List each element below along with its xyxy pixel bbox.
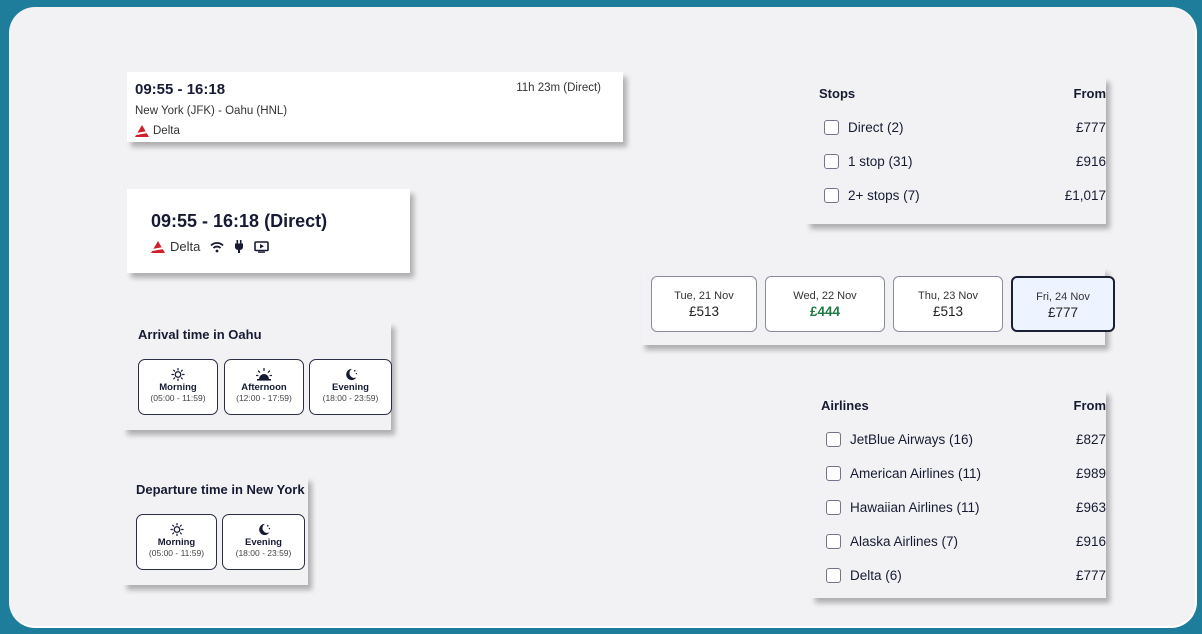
checkbox[interactable]	[826, 465, 841, 481]
date-option-selected[interactable]: Fri, 24 Nov £777	[1011, 276, 1115, 332]
date-price-selector: Tue, 21 Nov £513 Wed, 22 Nov £444 Thu, 2…	[641, 268, 1115, 345]
from-label: From	[1073, 86, 1107, 101]
flight-summary-card[interactable]: 09:55 - 16:18 11h 23m (Direct) New York …	[127, 72, 623, 142]
option-label: American Airlines (11)	[850, 465, 982, 481]
option-price: £827	[1075, 431, 1106, 447]
entertainment-screen-icon	[254, 240, 270, 253]
date-label: Thu, 23 Nov	[918, 290, 978, 302]
option-label: Direct (2)	[848, 119, 904, 135]
airline-option-delta[interactable]: Delta (6) £777	[826, 565, 1106, 585]
airline-option-alaska[interactable]: Alaska Airlines (7) £916	[826, 531, 1106, 551]
date-option[interactable]: Tue, 21 Nov £513	[651, 276, 757, 332]
airlines-filter-title: Airlines	[821, 398, 869, 413]
airline-option-hawaiian[interactable]: Hawaiian Airlines (11) £963	[826, 497, 1106, 517]
date-price: £513	[688, 304, 720, 319]
page-canvas: 09:55 - 16:18 11h 23m (Direct) New York …	[9, 7, 1197, 628]
airline-name: Delta	[170, 239, 201, 254]
date-price: £444	[809, 304, 841, 319]
option-price: £916	[1075, 533, 1106, 549]
arrival-afternoon-button[interactable]: Afternoon (12:00 - 17:59)	[224, 359, 304, 415]
departure-morning-button[interactable]: Morning (05:00 - 11:59)	[136, 514, 217, 570]
stops-option-2plus[interactable]: 2+ stops (7) £1,017	[824, 185, 1106, 205]
flight-times: 09:55 - 16:18	[135, 81, 226, 98]
flight-compact-card[interactable]: 09:55 - 16:18 (Direct) Delta	[127, 189, 410, 273]
moon-icon	[223, 523, 304, 536]
date-price: £777	[1047, 305, 1079, 320]
airline-option-american[interactable]: American Airlines (11) £989	[826, 463, 1106, 483]
option-label: 2+ stops (7)	[848, 187, 920, 203]
wifi-icon	[210, 241, 224, 253]
sun-icon	[139, 367, 217, 382]
date-option-cheapest[interactable]: Wed, 22 Nov £444	[765, 276, 885, 332]
airlines-filter-header: Airlines From	[821, 398, 1106, 413]
checkbox[interactable]	[826, 431, 841, 447]
option-label: Morning	[157, 537, 196, 548]
checkbox[interactable]	[826, 499, 841, 515]
delta-logo-icon	[151, 240, 165, 253]
arrival-time-filter: Arrival time in Oahu Morning (05:00 - 11…	[123, 322, 392, 430]
option-range: (05:00 - 11:59)	[148, 548, 205, 558]
option-label: Hawaiian Airlines (11)	[850, 499, 980, 515]
delta-logo-icon	[135, 125, 149, 137]
date-option[interactable]: Thu, 23 Nov £513	[893, 276, 1003, 332]
checkbox[interactable]	[824, 119, 839, 135]
date-label: Fri, 24 Nov	[1036, 291, 1090, 303]
option-label: JetBlue Airways (16)	[850, 431, 974, 447]
flight-times-direct: 09:55 - 16:18 (Direct)	[151, 211, 328, 231]
option-price: £777	[1075, 567, 1106, 583]
flight-route: New York (JFK) - Oahu (HNL)	[135, 105, 288, 117]
stops-filter-header: Stops From	[819, 86, 1106, 101]
option-label: Alaska Airlines (7)	[850, 533, 959, 549]
option-label: Evening	[245, 537, 282, 548]
checkbox[interactable]	[826, 533, 841, 549]
departure-time-filter: Departure time in New York Morning (05:0…	[123, 477, 308, 585]
flight-duration: 11h 23m (Direct)	[516, 82, 601, 94]
stops-filter-title: Stops	[819, 86, 856, 101]
option-price: £916	[1075, 153, 1106, 169]
option-label: 1 stop (31)	[848, 153, 913, 169]
departure-evening-button[interactable]: Evening (18:00 - 23:59)	[222, 514, 305, 570]
from-label: From	[1073, 398, 1107, 413]
sunset-icon	[225, 367, 303, 381]
option-label: Delta (6)	[850, 567, 902, 583]
option-range: (05:00 - 11:59)	[150, 393, 206, 403]
option-range: (18:00 - 23:59)	[235, 548, 292, 558]
option-range: (18:00 - 23:59)	[322, 393, 379, 403]
airline-info: Delta	[135, 125, 180, 137]
stops-filter: Stops From Direct (2) £777 1 stop (31) £…	[806, 77, 1106, 224]
moon-icon	[310, 368, 391, 381]
airlines-filter: Airlines From JetBlue Airways (16) £827 …	[811, 390, 1106, 598]
airline-name: Delta	[153, 125, 180, 137]
stops-option-direct[interactable]: Direct (2) £777	[824, 117, 1106, 137]
checkbox[interactable]	[824, 153, 839, 169]
date-label: Tue, 21 Nov	[674, 290, 734, 302]
option-label: Morning	[159, 382, 197, 393]
option-price: £1,017	[1064, 187, 1106, 203]
date-price: £513	[932, 304, 964, 319]
option-price: £989	[1075, 465, 1106, 481]
option-label: Evening	[332, 382, 369, 393]
option-price: £963	[1075, 499, 1106, 515]
airline-option-jetblue[interactable]: JetBlue Airways (16) £827	[826, 429, 1106, 449]
date-label: Wed, 22 Nov	[793, 290, 857, 302]
stops-option-1-stop[interactable]: 1 stop (31) £916	[824, 151, 1106, 171]
option-label: Afternoon	[241, 382, 287, 393]
power-plug-icon	[234, 240, 244, 253]
option-range: (12:00 - 17:59)	[236, 393, 292, 403]
checkbox[interactable]	[824, 187, 839, 203]
option-price: £777	[1075, 119, 1106, 135]
arrival-filter-title: Arrival time in Oahu	[138, 327, 262, 342]
sun-icon	[137, 522, 216, 537]
departure-filter-title: Departure time in New York	[136, 482, 305, 497]
checkbox[interactable]	[826, 567, 841, 583]
arrival-evening-button[interactable]: Evening (18:00 - 23:59)	[309, 359, 392, 415]
arrival-morning-button[interactable]: Morning (05:00 - 11:59)	[138, 359, 218, 415]
airline-info: Delta	[151, 239, 270, 254]
